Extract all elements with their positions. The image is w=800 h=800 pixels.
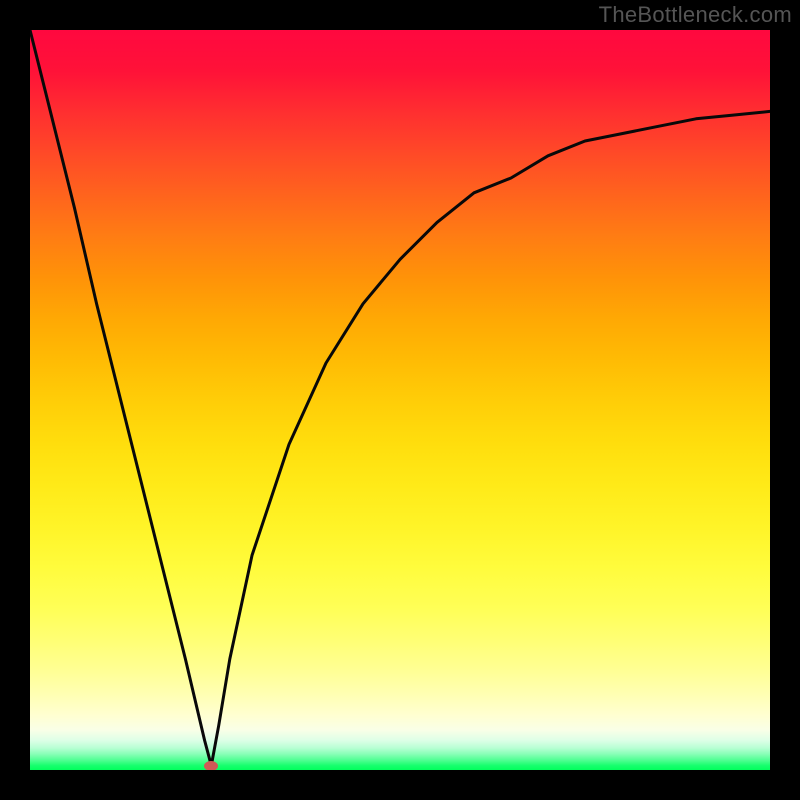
chart-frame: TheBottleneck.com [0,0,800,800]
optimal-marker [204,761,218,770]
bottleneck-curve [30,30,770,766]
curve-svg [30,30,770,770]
watermark-text: TheBottleneck.com [599,2,792,28]
plot-area [30,30,770,770]
